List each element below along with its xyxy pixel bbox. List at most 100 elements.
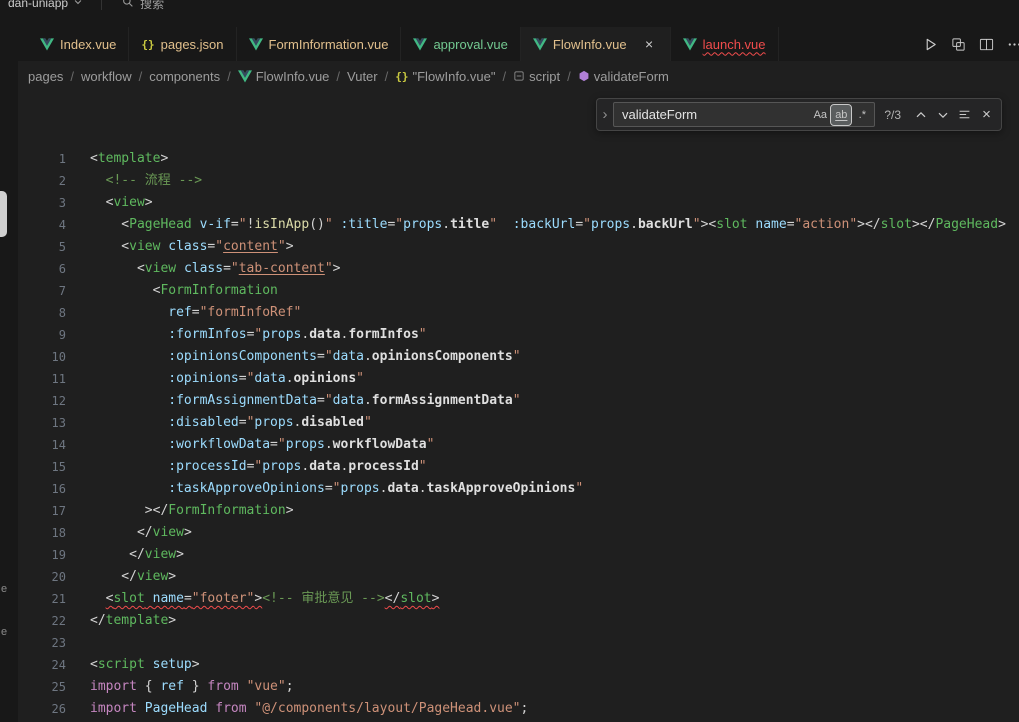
line-number[interactable]: 13	[18, 412, 66, 434]
line-number[interactable]: 17	[18, 500, 66, 522]
split-editor-button[interactable]	[973, 31, 999, 57]
code-token: ><	[701, 217, 717, 232]
code-line-3[interactable]: 3 <view>	[18, 192, 1019, 214]
code-line-23[interactable]: 23	[18, 632, 1019, 654]
code-line-2[interactable]: 2 <!-- 流程 -->	[18, 170, 1019, 192]
line-number[interactable]: 7	[18, 280, 66, 302]
code-line-1[interactable]: 1<template>	[18, 148, 1019, 170]
code-token: >	[286, 503, 294, 518]
line-number[interactable]: 14	[18, 434, 66, 456]
find-input[interactable]: validateForm Aaab.*	[613, 102, 875, 127]
code-token: PageHead	[145, 701, 208, 716]
line-number[interactable]: 20	[18, 566, 66, 588]
line-number[interactable]: 6	[18, 258, 66, 280]
line-number[interactable]: 18	[18, 522, 66, 544]
code-line-17[interactable]: 17 ></FormInformation>	[18, 500, 1019, 522]
code-text: <view class="tab-content">	[90, 258, 340, 280]
code-token: =	[192, 305, 200, 320]
code-token: data	[333, 393, 364, 408]
line-number[interactable]: 5	[18, 236, 66, 258]
line-number[interactable]: 23	[18, 632, 66, 654]
tab-pages.json[interactable]: {}pages.json	[129, 27, 236, 61]
code-line-18[interactable]: 18 </view>	[18, 522, 1019, 544]
code-line-19[interactable]: 19 </view>	[18, 544, 1019, 566]
breadcrumb-item-components[interactable]: components	[149, 69, 220, 84]
code-line-21[interactable]: 21 <slot name="footer"><!-- 审批意见 --></sl…	[18, 588, 1019, 610]
line-number[interactable]: 4	[18, 214, 66, 236]
activity-strip-handle[interactable]	[0, 191, 7, 237]
code-token: PageHead	[935, 217, 998, 232]
code-line-11[interactable]: 11 :opinions="data.opinions"	[18, 368, 1019, 390]
code-line-7[interactable]: 7 <FormInformation	[18, 280, 1019, 302]
code-line-9[interactable]: 9 :formInfos="props.data.formInfos"	[18, 324, 1019, 346]
code-line-22[interactable]: 22</template>	[18, 610, 1019, 632]
command-center-search[interactable]: 搜索	[112, 0, 174, 14]
previous-match-button[interactable]	[910, 104, 931, 125]
code-line-8[interactable]: 8 ref="formInfoRef"	[18, 302, 1019, 324]
line-number[interactable]: 15	[18, 456, 66, 478]
tab-label: pages.json	[161, 37, 224, 52]
code-token: =	[231, 217, 239, 232]
code-token: ></	[912, 217, 935, 232]
line-number[interactable]: 3	[18, 192, 66, 214]
line-number[interactable]: 1	[18, 148, 66, 170]
tab-FormInformation.vue[interactable]: FormInformation.vue	[237, 27, 402, 61]
code-line-20[interactable]: 20 </view>	[18, 566, 1019, 588]
code-token: title	[450, 217, 489, 232]
breadcrumb-item-FlowInfo.vue[interactable]: FlowInfo.vue	[238, 69, 330, 84]
line-number[interactable]: 12	[18, 390, 66, 412]
breadcrumb-item-Vuter[interactable]: Vuter	[347, 69, 378, 84]
open-changes-button[interactable]	[945, 31, 971, 57]
code-line-24[interactable]: 24<script setup>	[18, 654, 1019, 676]
toggle-replace-button[interactable]: ›	[597, 99, 613, 130]
line-number[interactable]: 10	[18, 346, 66, 368]
code-line-14[interactable]: 14 :workflowData="props.workflowData"	[18, 434, 1019, 456]
line-number[interactable]: 21	[18, 588, 66, 610]
code-line-25[interactable]: 25import { ref } from "vue";	[18, 676, 1019, 698]
line-number[interactable]: 19	[18, 544, 66, 566]
breadcrumb-item-script[interactable]: script	[513, 69, 560, 84]
code-line-13[interactable]: 13 :disabled="props.disabled"	[18, 412, 1019, 434]
tab-approval.vue[interactable]: approval.vue	[401, 27, 520, 61]
code-line-6[interactable]: 6 <view class="tab-content">	[18, 258, 1019, 280]
close-tab-icon[interactable]: ×	[641, 36, 658, 53]
whole-word-toggle[interactable]: ab	[831, 105, 851, 125]
line-number[interactable]: 9	[18, 324, 66, 346]
tab-FlowInfo.vue[interactable]: FlowInfo.vue×	[521, 27, 671, 61]
titlebar-divider	[101, 0, 102, 10]
run-file-button[interactable]	[917, 31, 943, 57]
find-in-selection-button[interactable]	[954, 104, 975, 125]
code-line-16[interactable]: 16 :taskApproveOpinions="props.data.task…	[18, 478, 1019, 500]
code-line-4[interactable]: 4 <PageHead v-if="!isInApp()" :title="pr…	[18, 214, 1019, 236]
breadcrumb-item-pages[interactable]: pages	[28, 69, 63, 84]
breadcrumb-item-FlowInfo.vue[interactable]: {}"FlowInfo.vue"	[395, 69, 495, 84]
match-case-toggle[interactable]: Aa	[810, 105, 830, 125]
breadcrumb-item-workflow[interactable]: workflow	[81, 69, 132, 84]
code-text: :opinionsComponents="data.opinionsCompon…	[90, 346, 521, 368]
line-number[interactable]: 2	[18, 170, 66, 192]
line-number[interactable]: 16	[18, 478, 66, 500]
code-line-10[interactable]: 10 :opinionsComponents="data.opinionsCom…	[18, 346, 1019, 368]
regex-toggle[interactable]: .*	[852, 105, 872, 125]
line-number[interactable]: 22	[18, 610, 66, 632]
more-actions-button[interactable]	[1001, 31, 1019, 57]
close-find-button[interactable]: ×	[976, 104, 997, 125]
code-line-15[interactable]: 15 :processId="props.data.processId"	[18, 456, 1019, 478]
line-number[interactable]: 8	[18, 302, 66, 324]
breadcrumb-item-validateForm[interactable]: validateForm	[578, 69, 669, 84]
code-token: <	[90, 239, 129, 254]
code-token: props	[403, 217, 442, 232]
line-number[interactable]: 26	[18, 698, 66, 720]
line-number[interactable]: 24	[18, 654, 66, 676]
tab-launch.vue[interactable]: launch.vue	[671, 27, 779, 61]
tab-Index.vue[interactable]: Index.vue	[28, 27, 129, 61]
code-line-26[interactable]: 26import PageHead from "@/components/lay…	[18, 698, 1019, 720]
code-line-12[interactable]: 12 :formAssignmentData="data.formAssignm…	[18, 390, 1019, 412]
workspace-menu[interactable]: dan-uniapp	[0, 0, 91, 10]
next-match-button[interactable]	[932, 104, 953, 125]
line-number[interactable]: 11	[18, 368, 66, 390]
line-number[interactable]: 25	[18, 676, 66, 698]
code-lines[interactable]: 1<template>2 <!-- 流程 -->3 <view>4 < PageH…	[18, 91, 1019, 722]
symbol-script-icon	[513, 70, 525, 82]
code-line-5[interactable]: 5 <view class="content">	[18, 236, 1019, 258]
